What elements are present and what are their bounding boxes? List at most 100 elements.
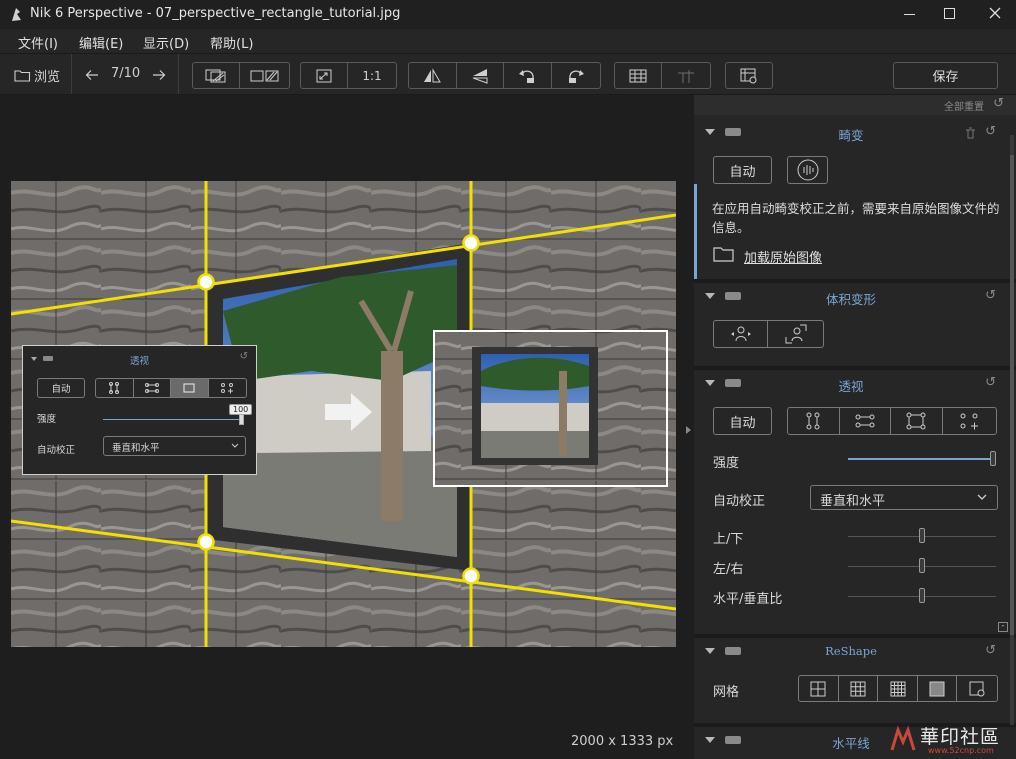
custom-points-button[interactable] bbox=[943, 408, 996, 434]
info-accent-bar bbox=[694, 184, 697, 279]
flip-horizontal-icon bbox=[424, 67, 442, 82]
updown-slider-thumb[interactable] bbox=[919, 528, 925, 543]
leftright-label: 左/右 bbox=[713, 562, 744, 577]
section-reshape-title: ReShape bbox=[825, 644, 877, 658]
flip-horizontal-button[interactable] bbox=[409, 63, 457, 88]
grid-4x4-icon bbox=[890, 681, 906, 696]
autocorrect-select[interactable]: 垂直和水平 bbox=[810, 485, 998, 510]
zoom-1to1-button[interactable]: 1:1 bbox=[348, 63, 396, 88]
overlay-autocorrect-select: 垂直和水平 bbox=[103, 436, 246, 456]
strength-label: 强度 bbox=[713, 456, 740, 471]
browse-button[interactable]: 浏览 bbox=[14, 66, 60, 85]
save-button[interactable]: 保存 bbox=[894, 63, 997, 88]
overlay-mode-group bbox=[95, 378, 247, 398]
reset-icon[interactable]: ↺ bbox=[985, 643, 996, 658]
reset-icon: ↺ bbox=[239, 351, 248, 362]
guide-lines-button[interactable] bbox=[662, 63, 710, 88]
close-window-button[interactable] bbox=[975, 0, 1016, 29]
reset-all-icon[interactable]: ↺ bbox=[993, 96, 1004, 111]
trash-icon[interactable] bbox=[965, 127, 976, 139]
person-frame-icon bbox=[785, 324, 806, 344]
volume-horizontal-button[interactable] bbox=[714, 321, 769, 347]
transform-group bbox=[408, 62, 601, 89]
grid-2x2-button[interactable] bbox=[799, 676, 839, 701]
collapse-icon[interactable]: - bbox=[998, 622, 1008, 632]
section-volume-header[interactable]: 体积变形 ↺ bbox=[694, 281, 1008, 311]
rectangle-icon bbox=[906, 412, 926, 430]
reset-icon[interactable]: ↺ bbox=[985, 375, 996, 390]
menu-help[interactable]: 帮助(L) bbox=[210, 33, 253, 52]
compare-view-group bbox=[192, 62, 290, 89]
strength-slider-thumb[interactable] bbox=[990, 451, 996, 466]
panel-scrollbar[interactable] bbox=[1010, 135, 1014, 725]
grid-icon bbox=[629, 69, 647, 82]
grid-fine-button[interactable] bbox=[918, 676, 958, 701]
flip-vertical-icon bbox=[472, 68, 488, 84]
panel-scrollbar-thumb[interactable] bbox=[1010, 155, 1014, 635]
section-perspective-title: 透视 bbox=[838, 379, 864, 394]
reset-all-bar: 全部重置 ↺ bbox=[694, 95, 1016, 115]
image-canvas[interactable]: 透视 ↺ 自动 强度 100 自动校正 垂直和水平 2000 x 1333 px bbox=[0, 95, 691, 759]
overlay-auto-button: 自动 bbox=[37, 378, 85, 398]
minimize-button[interactable] bbox=[890, 0, 930, 29]
next-image-button[interactable] bbox=[152, 69, 166, 81]
leftright-slider-thumb[interactable] bbox=[919, 558, 925, 573]
maximize-button[interactable] bbox=[930, 0, 970, 29]
vertical-lines-icon bbox=[806, 412, 820, 430]
folder-icon bbox=[14, 69, 31, 82]
grid-4x4-button[interactable] bbox=[878, 676, 918, 701]
rotate-left-icon bbox=[519, 69, 535, 83]
distortion-auto-button[interactable]: 自动 bbox=[713, 156, 772, 184]
section-volume-title: 体积变形 bbox=[825, 292, 876, 307]
image-dimensions: 2000 x 1333 px bbox=[571, 734, 674, 749]
grid-toggle-button[interactable] bbox=[615, 63, 663, 88]
grid-custom-button[interactable] bbox=[957, 676, 997, 701]
horizontal-correction-button[interactable] bbox=[840, 408, 891, 434]
watermark-text: 華印社區 bbox=[920, 726, 1001, 748]
grid-3x3-button[interactable] bbox=[839, 676, 879, 701]
volume-corner-button[interactable] bbox=[768, 321, 823, 347]
chevron-down-icon bbox=[977, 494, 987, 500]
overlay-compare-icon bbox=[205, 69, 226, 82]
updown-label: 上/下 bbox=[713, 532, 744, 547]
strength-slider[interactable] bbox=[848, 458, 996, 460]
collapse-panel-icon[interactable] bbox=[686, 426, 691, 434]
menu-view[interactable]: 显示(D) bbox=[143, 33, 189, 52]
watermark: 華印社區 www.52cnp.com bbox=[886, 722, 1014, 757]
side-by-side-compare-button[interactable] bbox=[240, 63, 289, 88]
grid-label: 网格 bbox=[713, 685, 740, 700]
rotate-right-button[interactable] bbox=[552, 63, 600, 88]
section-reshape-header[interactable]: ReShape ↺ bbox=[694, 636, 1008, 666]
flip-vertical-button[interactable] bbox=[457, 63, 504, 88]
overlay-autocorrect-label: 自动校正 bbox=[37, 445, 76, 456]
rectangle-correction-button[interactable] bbox=[891, 408, 943, 434]
reset-icon[interactable]: ↺ bbox=[985, 124, 996, 139]
section-perspective-header[interactable]: 透视 ↺ bbox=[694, 368, 1008, 398]
loupe-button[interactable] bbox=[726, 63, 772, 88]
guides-group bbox=[614, 62, 711, 89]
fit-to-screen-button[interactable] bbox=[301, 63, 349, 88]
rotate-left-button[interactable] bbox=[504, 63, 552, 88]
lens-profile-icon bbox=[797, 159, 818, 181]
perspective-auto-button[interactable]: 自动 bbox=[713, 407, 772, 435]
guide-lines-icon bbox=[678, 69, 694, 83]
ratio-slider-thumb[interactable] bbox=[919, 588, 925, 603]
distortion-auto-detect-button[interactable] bbox=[787, 156, 828, 184]
minimize-icon bbox=[904, 14, 915, 15]
before-after-overlay-button[interactable] bbox=[193, 63, 241, 88]
reset-icon[interactable]: ↺ bbox=[985, 288, 996, 303]
menu-edit[interactable]: 编辑(E) bbox=[79, 33, 123, 52]
menu-file[interactable]: 文件(I) bbox=[18, 33, 58, 52]
reset-all-button[interactable]: 全部重置 bbox=[944, 98, 984, 113]
horizontal-mode-icon bbox=[134, 379, 171, 397]
vertical-correction-button[interactable] bbox=[788, 408, 840, 434]
previous-image-button[interactable] bbox=[85, 69, 99, 81]
overlay-strength-thumb bbox=[239, 414, 244, 425]
vertical-mode-icon bbox=[96, 379, 134, 397]
image-counter: 7/10 bbox=[111, 66, 141, 81]
loupe-group bbox=[725, 62, 773, 89]
load-original-image-link[interactable]: 加载原始图像 bbox=[744, 247, 822, 266]
distortion-info-text: 在应用自动畸变校正之前，需要来自原始图像文件的信息。 bbox=[712, 201, 1000, 235]
grid-3x3-icon bbox=[850, 681, 866, 696]
section-distortion-header[interactable]: 畸变 ↺ bbox=[694, 117, 1008, 147]
